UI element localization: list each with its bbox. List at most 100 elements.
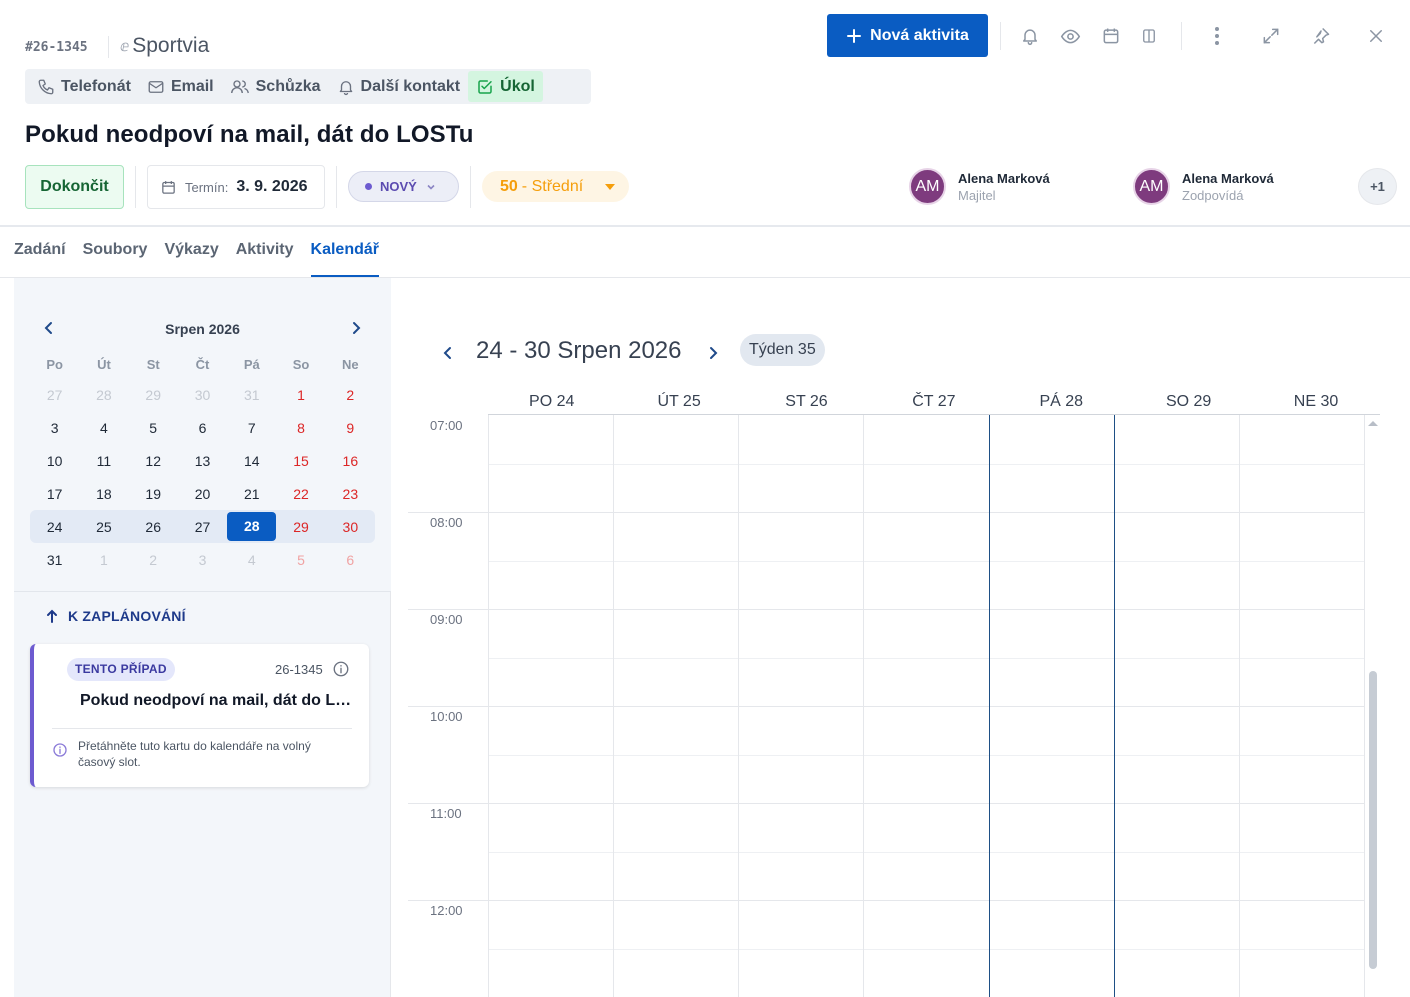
calendar-day[interactable]: 29 [276, 513, 325, 541]
weekday-label: Út [97, 357, 111, 372]
tab-calendar[interactable]: Kalendář [310, 227, 379, 277]
calendar-day[interactable]: 24 [30, 513, 79, 541]
calendar-day[interactable]: 27 [178, 513, 227, 541]
day-column-slot[interactable] [864, 415, 988, 997]
eye-icon[interactable] [1058, 24, 1082, 48]
tab-assignment[interactable]: Zadání [14, 227, 66, 277]
day-column-slot[interactable] [1240, 415, 1364, 997]
calendar-day[interactable]: 8 [276, 414, 325, 442]
calendar-day[interactable]: 1 [276, 381, 325, 409]
calendar-day[interactable]: 21 [227, 480, 276, 508]
mini-calendar-grid: Po Út St Čt Pá So Ne 27 28 29 30 31 1 2 3 4 5 6 7 8 9 10 11 12 1… [30, 356, 375, 576]
calendar-day[interactable]: 2 [326, 381, 375, 409]
calendar-day[interactable]: 2 [129, 546, 178, 574]
tab-reports[interactable]: Výkazy [164, 227, 218, 277]
activity-type-task[interactable]: Úkol [468, 71, 543, 102]
person-owner[interactable]: AM Alena Marková Majitel [909, 168, 1050, 205]
tab-files[interactable]: Soubory [83, 227, 148, 277]
calendar-day[interactable]: 12 [129, 447, 178, 475]
maximize-icon[interactable] [1259, 24, 1283, 48]
day-column-slot[interactable] [489, 415, 613, 997]
calendar-day[interactable]: 29 [129, 381, 178, 409]
calendar-day[interactable]: 4 [227, 546, 276, 574]
priority-dropdown[interactable]: 50 - Střední [482, 171, 629, 202]
left-panel: Srpen 2026 Po Út St Čt Pá So Ne 27 28 29 30 31 1 2 3 4 5… [14, 278, 391, 997]
new-activity-button[interactable]: Nová aktivita [827, 14, 988, 57]
calendar-day[interactable]: 3 [30, 414, 79, 442]
header-separator [108, 36, 109, 58]
info-icon[interactable] [332, 660, 350, 678]
calendar-day[interactable]: 23 [326, 480, 375, 508]
finish-button[interactable]: Dokončit [25, 165, 124, 209]
more-vertical-icon[interactable] [1205, 24, 1229, 48]
calendar-day[interactable]: 30 [326, 513, 375, 541]
week-row: 27 28 29 30 31 1 2 [30, 378, 375, 411]
calendar-day[interactable]: 6 [326, 546, 375, 574]
calendar-day[interactable]: 11 [79, 447, 128, 475]
prev-week-button[interactable] [438, 343, 458, 363]
week-scrollbar[interactable] [1366, 415, 1380, 997]
calendar-day[interactable]: 10 [30, 447, 79, 475]
deadline-field[interactable]: Termín: 3. 9. 2026 [147, 165, 325, 209]
info-icon [52, 742, 68, 758]
calendar-day[interactable]: 7 [227, 414, 276, 442]
scroll-up-icon[interactable] [1368, 421, 1378, 426]
day-column-slot[interactable] [739, 415, 863, 997]
status-dropdown[interactable]: NOVÝ [348, 171, 459, 202]
weekday-row: Po Út St Čt Pá So Ne [30, 356, 375, 374]
deadline-label: Termín: [185, 179, 229, 195]
tab-activities[interactable]: Aktivity [236, 227, 294, 277]
calendar-day[interactable]: 14 [227, 447, 276, 475]
calendar-day[interactable]: 22 [276, 480, 325, 508]
calendar-day[interactable]: 17 [30, 480, 79, 508]
card-title: Pokud neodpoví na mail, dát do LOSTu [80, 692, 355, 709]
calendar-day[interactable]: 28 [79, 381, 128, 409]
day-column-slot[interactable] [1115, 415, 1239, 997]
draggable-task-card[interactable]: TENTO PŘÍPAD 26-1345 Pokud neodpoví na m… [30, 644, 369, 787]
mail-icon [147, 78, 165, 96]
scrollbar-thumb[interactable] [1369, 671, 1377, 969]
calendar-day[interactable]: 4 [79, 414, 128, 442]
day-column-slot[interactable] [990, 415, 1114, 997]
calendar-day[interactable]: 16 [326, 447, 375, 475]
calendar-day[interactable]: 13 [178, 447, 227, 475]
calendar-day[interactable]: 30 [178, 381, 227, 409]
pin-icon[interactable] [1309, 24, 1333, 48]
calendar-day[interactable]: 1 [79, 546, 128, 574]
person-responsible[interactable]: AM Alena Marková Zodpovídá [1133, 168, 1274, 205]
calendar-day[interactable]: 25 [79, 513, 128, 541]
day-header: PO 24 [529, 393, 575, 410]
activity-type-phone[interactable]: Telefonát [29, 71, 139, 102]
next-month-button[interactable] [346, 318, 366, 338]
day-header: ČT 27 [912, 393, 956, 410]
week-row: 17 18 19 20 21 22 23 [30, 477, 375, 510]
calendar-day[interactable]: 6 [178, 414, 227, 442]
priority-label: - Střední [521, 177, 584, 195]
close-icon[interactable] [1364, 24, 1388, 48]
day-header: ST 26 [785, 393, 828, 410]
calendar-day[interactable]: 18 [79, 480, 128, 508]
activity-type-email[interactable]: Email [139, 71, 222, 102]
calendar-day[interactable]: 27 [30, 381, 79, 409]
more-people-button[interactable]: +1 [1358, 168, 1397, 205]
calendar-day[interactable]: 20 [178, 480, 227, 508]
calendar-day[interactable]: 9 [326, 414, 375, 442]
activity-type-other-contact[interactable]: Další kontakt [329, 71, 469, 102]
next-week-button[interactable] [703, 343, 723, 363]
calendar-day[interactable]: 5 [276, 546, 325, 574]
calendar-day[interactable]: 26 [129, 513, 178, 541]
calendar-day[interactable]: 3 [178, 546, 227, 574]
calendar-day[interactable]: 19 [129, 480, 178, 508]
bell-icon[interactable] [1018, 24, 1042, 48]
calendar-day[interactable]: 31 [227, 381, 276, 409]
toolbar-separator [1181, 22, 1182, 50]
calendar-icon[interactable] [1099, 24, 1123, 48]
activity-type-meeting[interactable]: Schůzka [222, 71, 329, 102]
calendar-day[interactable]: 5 [129, 414, 178, 442]
calendar-day[interactable]: 31 [30, 546, 79, 574]
calendar-day[interactable]: 15 [276, 447, 325, 475]
calendar-day[interactable]: 28 [227, 512, 277, 541]
check-square-icon [476, 78, 494, 96]
columns-icon[interactable] [1137, 24, 1161, 48]
day-column-slot[interactable] [614, 415, 738, 997]
